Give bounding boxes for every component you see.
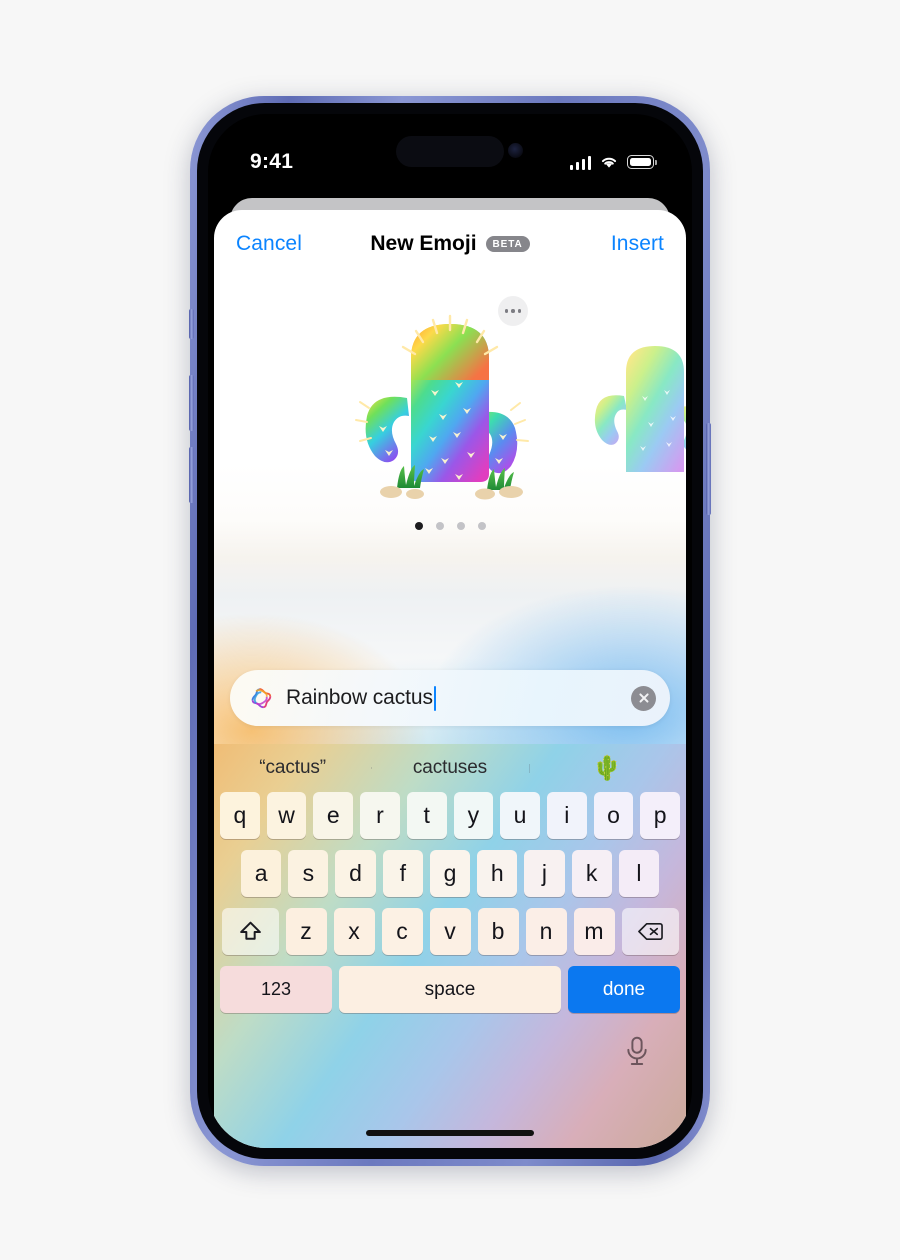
key-j[interactable]: j <box>524 850 565 897</box>
key-g[interactable]: g <box>429 850 471 897</box>
key-o[interactable]: o <box>593 792 634 839</box>
space-key[interactable]: space <box>339 966 561 1013</box>
key-r[interactable]: r <box>360 792 400 839</box>
status-bar-time: 9:41 <box>250 150 294 173</box>
delete-key[interactable] <box>621 908 679 955</box>
on-screen-keyboard: “cactus” cactuses 🌵 q w e r t y u i o p … <box>214 744 686 1148</box>
key-d[interactable]: d <box>335 850 376 897</box>
key-i[interactable]: i <box>546 792 587 839</box>
prediction-0[interactable]: “cactus” <box>214 757 371 779</box>
key-z[interactable]: z <box>285 908 327 955</box>
prediction-2[interactable]: 🌵 <box>528 754 686 783</box>
key-e[interactable]: e <box>313 792 354 839</box>
battery-full-icon <box>627 155 657 169</box>
cellular-signal-icon <box>569 155 591 170</box>
beta-badge: BETA <box>485 235 530 253</box>
key-f[interactable]: f <box>382 850 423 897</box>
sheet-header: Cancel New Emoji BETA Insert <box>214 210 686 278</box>
key-b[interactable]: b <box>477 908 519 955</box>
phone-frame: 9:41 Cancel New Emoji BETA Insert Rainbo… <box>189 96 711 1166</box>
done-key[interactable]: done <box>568 966 680 1013</box>
key-v[interactable]: v <box>429 908 471 955</box>
prediction-1[interactable]: cactuses <box>371 757 528 779</box>
numbers-key[interactable]: 123 <box>220 966 332 1013</box>
dictation-row <box>214 1019 686 1083</box>
volume-up-button[interactable] <box>189 375 194 431</box>
home-indicator <box>366 1130 534 1136</box>
rainbow-cactus-emoji-variant[interactable] <box>580 330 686 480</box>
prompt-text-value: Rainbow cactus <box>286 686 433 709</box>
clear-text-icon[interactable] <box>631 685 656 711</box>
key-l[interactable]: l <box>618 850 659 897</box>
key-q[interactable]: q <box>219 792 260 839</box>
shift-key[interactable] <box>221 908 279 955</box>
key-w[interactable]: w <box>266 792 307 839</box>
shift-icon <box>239 921 261 940</box>
emoji-preview-canvas[interactable]: Rainbow cactus <box>214 278 686 744</box>
insert-button[interactable]: Insert <box>611 232 664 256</box>
key-u[interactable]: u <box>500 792 540 839</box>
silent-switch[interactable] <box>189 309 194 339</box>
volume-down-button[interactable] <box>189 447 194 503</box>
apple-intelligence-icon <box>251 687 272 708</box>
status-bar: 9:41 <box>208 114 692 190</box>
text-cursor <box>433 685 437 711</box>
key-h[interactable]: h <box>477 850 518 897</box>
key-k[interactable]: k <box>571 850 612 897</box>
power-button[interactable] <box>706 423 711 515</box>
phone-bezel: 9:41 Cancel New Emoji BETA Insert Rainbo… <box>189 103 711 1159</box>
key-a[interactable]: a <box>241 850 282 897</box>
ellipsis-icon[interactable] <box>498 296 528 326</box>
prompt-field-container: Rainbow cactus <box>230 670 670 726</box>
key-y[interactable]: y <box>453 792 494 839</box>
phone-screen: 9:41 Cancel New Emoji BETA Insert Rainbo… <box>208 114 692 1148</box>
key-p[interactable]: p <box>640 792 681 839</box>
keyboard-row-4: 123 space done <box>214 966 686 1013</box>
prompt-input-field[interactable]: Rainbow cactus <box>230 670 670 726</box>
keyboard-row-1: q w e r t y u i o p <box>214 792 686 839</box>
predictive-text-bar: “cactus” cactuses 🌵 <box>214 744 686 792</box>
keyboard-row-3: z x c v b n m <box>214 908 686 955</box>
new-emoji-sheet: Cancel New Emoji BETA Insert Rainbow cac… <box>214 210 686 1148</box>
key-c[interactable]: c <box>381 908 423 955</box>
microphone-icon[interactable] <box>624 1036 650 1066</box>
key-n[interactable]: n <box>525 908 567 955</box>
wifi-icon <box>601 157 617 168</box>
key-t[interactable]: t <box>406 792 447 839</box>
page-indicator-dots[interactable] <box>214 522 686 530</box>
key-m[interactable]: m <box>573 908 615 955</box>
prompt-text-row: Rainbow cactus <box>286 685 618 711</box>
delete-backward-icon <box>637 922 663 941</box>
cancel-button[interactable]: Cancel <box>236 232 302 256</box>
key-x[interactable]: x <box>333 908 375 955</box>
rainbow-cactus-emoji[interactable] <box>345 302 555 502</box>
status-bar-indicators <box>569 155 657 170</box>
page-title: New Emoji <box>370 232 477 255</box>
key-s[interactable]: s <box>288 850 329 897</box>
keyboard-row-2: a s d f g h j k l <box>214 850 686 897</box>
